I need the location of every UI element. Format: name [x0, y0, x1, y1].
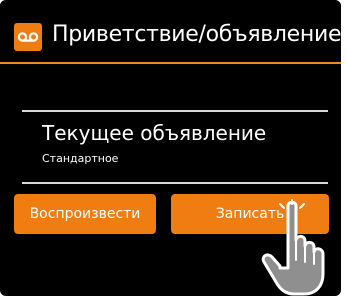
list-item-subtitle: Стандартное: [42, 152, 119, 165]
list-divider-bottom: [22, 182, 328, 184]
play-button[interactable]: Воспроизвести: [14, 194, 156, 234]
voicemail-icon: [14, 23, 42, 51]
list-divider-top: [22, 110, 328, 112]
list-item-title: Текущее объявление: [42, 121, 267, 145]
pointing-hand-icon: [261, 199, 325, 296]
page-title: Приветствие/объявление: [52, 22, 341, 47]
header-divider: [0, 62, 341, 64]
header-bar: Приветствие/объявление: [0, 0, 341, 62]
